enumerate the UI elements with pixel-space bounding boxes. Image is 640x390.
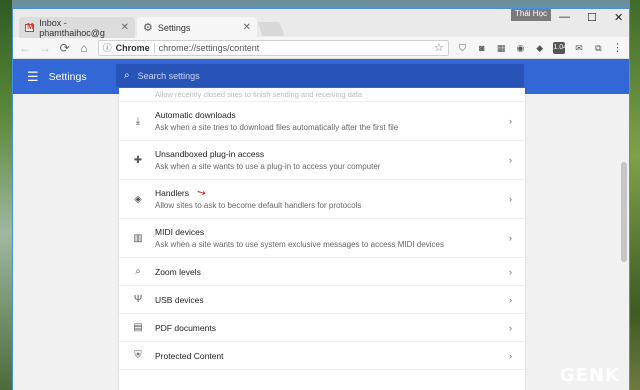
gmail-icon bbox=[25, 22, 35, 32]
row-title: Protected Content bbox=[155, 350, 224, 361]
settings-content: Allow recently closed sites to finish se… bbox=[13, 88, 629, 390]
row-title: USB devices bbox=[155, 294, 204, 305]
address-separator bbox=[153, 42, 155, 53]
chevron-right-icon: › bbox=[509, 266, 512, 277]
chevron-right-icon: › bbox=[509, 194, 512, 204]
address-bar[interactable]: ⓘ Chrome chrome://settings/content ☆ bbox=[97, 39, 449, 56]
chevron-right-icon: › bbox=[509, 294, 512, 305]
extension-diamond-icon[interactable]: ◆ bbox=[534, 42, 545, 54]
search-settings-input[interactable]: ⌕ Search settings bbox=[116, 64, 524, 87]
home-button[interactable]: ⌂ bbox=[78, 41, 89, 55]
tab-inbox-close-icon[interactable]: ✕ bbox=[121, 22, 129, 33]
chevron-right-icon: › bbox=[509, 350, 512, 361]
extension-window-icon[interactable]: ⧉ bbox=[593, 42, 604, 54]
genk-watermark: GENK bbox=[559, 365, 620, 386]
row-description: Ask when a site wants to use system excl… bbox=[155, 240, 445, 249]
gear-icon: ⚙ bbox=[143, 22, 153, 34]
tab-inbox[interactable]: Inbox - phamthaihoc@g ✕ bbox=[19, 17, 135, 38]
row-unsandboxed-plugin[interactable]: ✚ Unsandboxed plug-in access Ask when a … bbox=[119, 141, 525, 180]
forward-button[interactable]: → bbox=[39, 41, 51, 55]
row-protected-content[interactable]: ⛨ Protected Content › bbox=[119, 342, 525, 370]
row-title: Zoom levels bbox=[155, 266, 201, 277]
pdf-icon: ▤ bbox=[133, 322, 143, 333]
zoom-icon: ⌕ bbox=[135, 266, 141, 277]
secure-icon: ⓘ bbox=[102, 43, 112, 53]
close-window-button[interactable]: ✕ bbox=[614, 11, 623, 24]
hamburger-menu-icon[interactable]: ☰ bbox=[27, 69, 39, 85]
desktop-background-left bbox=[0, 0, 12, 390]
row-description: Allow sites to ask to become default han… bbox=[155, 201, 362, 210]
download-icon: ⤓ bbox=[135, 115, 141, 127]
extension-camera-icon[interactable]: ◉ bbox=[515, 42, 526, 54]
tab-settings-close-icon[interactable]: ✕ bbox=[243, 22, 251, 33]
extension-grid-icon[interactable]: ▦ bbox=[495, 42, 506, 54]
row-description: Ask when a site wants to use a plug-in t… bbox=[155, 162, 381, 171]
usb-icon: Ψ bbox=[133, 294, 143, 305]
midi-icon: ▥ bbox=[133, 232, 143, 244]
chevron-right-icon: › bbox=[509, 155, 512, 165]
handler-icon: ◈ bbox=[134, 193, 142, 205]
address-url: chrome://settings/content bbox=[158, 42, 260, 53]
row-title: Automatic downloads bbox=[155, 110, 236, 120]
row-title: PDF documents bbox=[155, 322, 216, 333]
extension-counter-icon[interactable]: 1.04 bbox=[553, 41, 567, 54]
tab-settings-label: Settings bbox=[157, 22, 191, 33]
extension-shield-icon[interactable]: ⛉ bbox=[457, 42, 468, 54]
chrome-menu-icon[interactable]: ⋮ bbox=[612, 41, 623, 54]
extension-evernote-icon[interactable]: ◙ bbox=[476, 42, 487, 54]
chevron-right-icon: › bbox=[509, 233, 512, 243]
content-settings-card: Allow recently closed sites to finish se… bbox=[119, 88, 525, 390]
search-placeholder: Search settings bbox=[137, 70, 200, 81]
scrollbar[interactable] bbox=[621, 162, 627, 262]
row-pdf-documents[interactable]: ▤ PDF documents › bbox=[119, 314, 525, 342]
desktop-background-right bbox=[630, 0, 640, 390]
row-midi-devices[interactable]: ▥ MIDI devices Ask when a site wants to … bbox=[119, 219, 525, 258]
back-button[interactable]: ← bbox=[19, 41, 31, 55]
row-automatic-downloads[interactable]: ⤓ Automatic downloads Ask when a site tr… bbox=[119, 102, 525, 141]
minimize-button[interactable]: — bbox=[559, 11, 570, 23]
row-usb-devices[interactable]: Ψ USB devices › bbox=[119, 286, 525, 314]
tab-inbox-label: Inbox - phamthaihoc@g bbox=[39, 17, 105, 38]
row-title: Unsandboxed plug-in access bbox=[155, 149, 265, 159]
chevron-right-icon: › bbox=[509, 116, 512, 126]
row-handlers[interactable]: ◈ Handlers Allow sites to ask to become … bbox=[119, 180, 525, 219]
row-description: Ask when a site tries to download files … bbox=[155, 123, 399, 132]
profile-name-badge[interactable]: Thái Học bbox=[511, 9, 552, 21]
browser-toolbar: ← → ⟳ ⌂ ⓘ Chrome chrome://settings/conte… bbox=[13, 37, 629, 59]
reload-button[interactable]: ⟳ bbox=[59, 41, 70, 55]
address-scheme: Chrome bbox=[115, 42, 150, 53]
row-zoom-levels[interactable]: ⌕ Zoom levels › bbox=[119, 258, 525, 286]
chevron-right-icon: › bbox=[509, 322, 512, 333]
puzzle-icon: ✚ bbox=[133, 154, 143, 166]
chrome-window: Inbox - phamthaihoc@g ✕ ⚙ Settings ✕ Thá… bbox=[12, 8, 630, 390]
title-bar: Inbox - phamthaihoc@g ✕ ⚙ Settings ✕ Thá… bbox=[13, 9, 629, 38]
extension-mail-icon[interactable]: ✉ bbox=[573, 42, 584, 54]
maximize-button[interactable]: ☐ bbox=[587, 11, 597, 24]
row-title: Handlers bbox=[155, 188, 190, 198]
bookmark-star-icon[interactable]: ☆ bbox=[434, 41, 444, 54]
shield-icon: ⛨ bbox=[134, 350, 142, 361]
row-title: MIDI devices bbox=[155, 227, 205, 237]
search-icon: ⌕ bbox=[124, 70, 130, 81]
new-tab-button[interactable] bbox=[257, 22, 285, 36]
tab-settings[interactable]: ⚙ Settings ✕ bbox=[137, 17, 257, 38]
faded-description: Allow recently closed sites to finish se… bbox=[119, 88, 525, 102]
page-title: Settings bbox=[48, 70, 87, 83]
